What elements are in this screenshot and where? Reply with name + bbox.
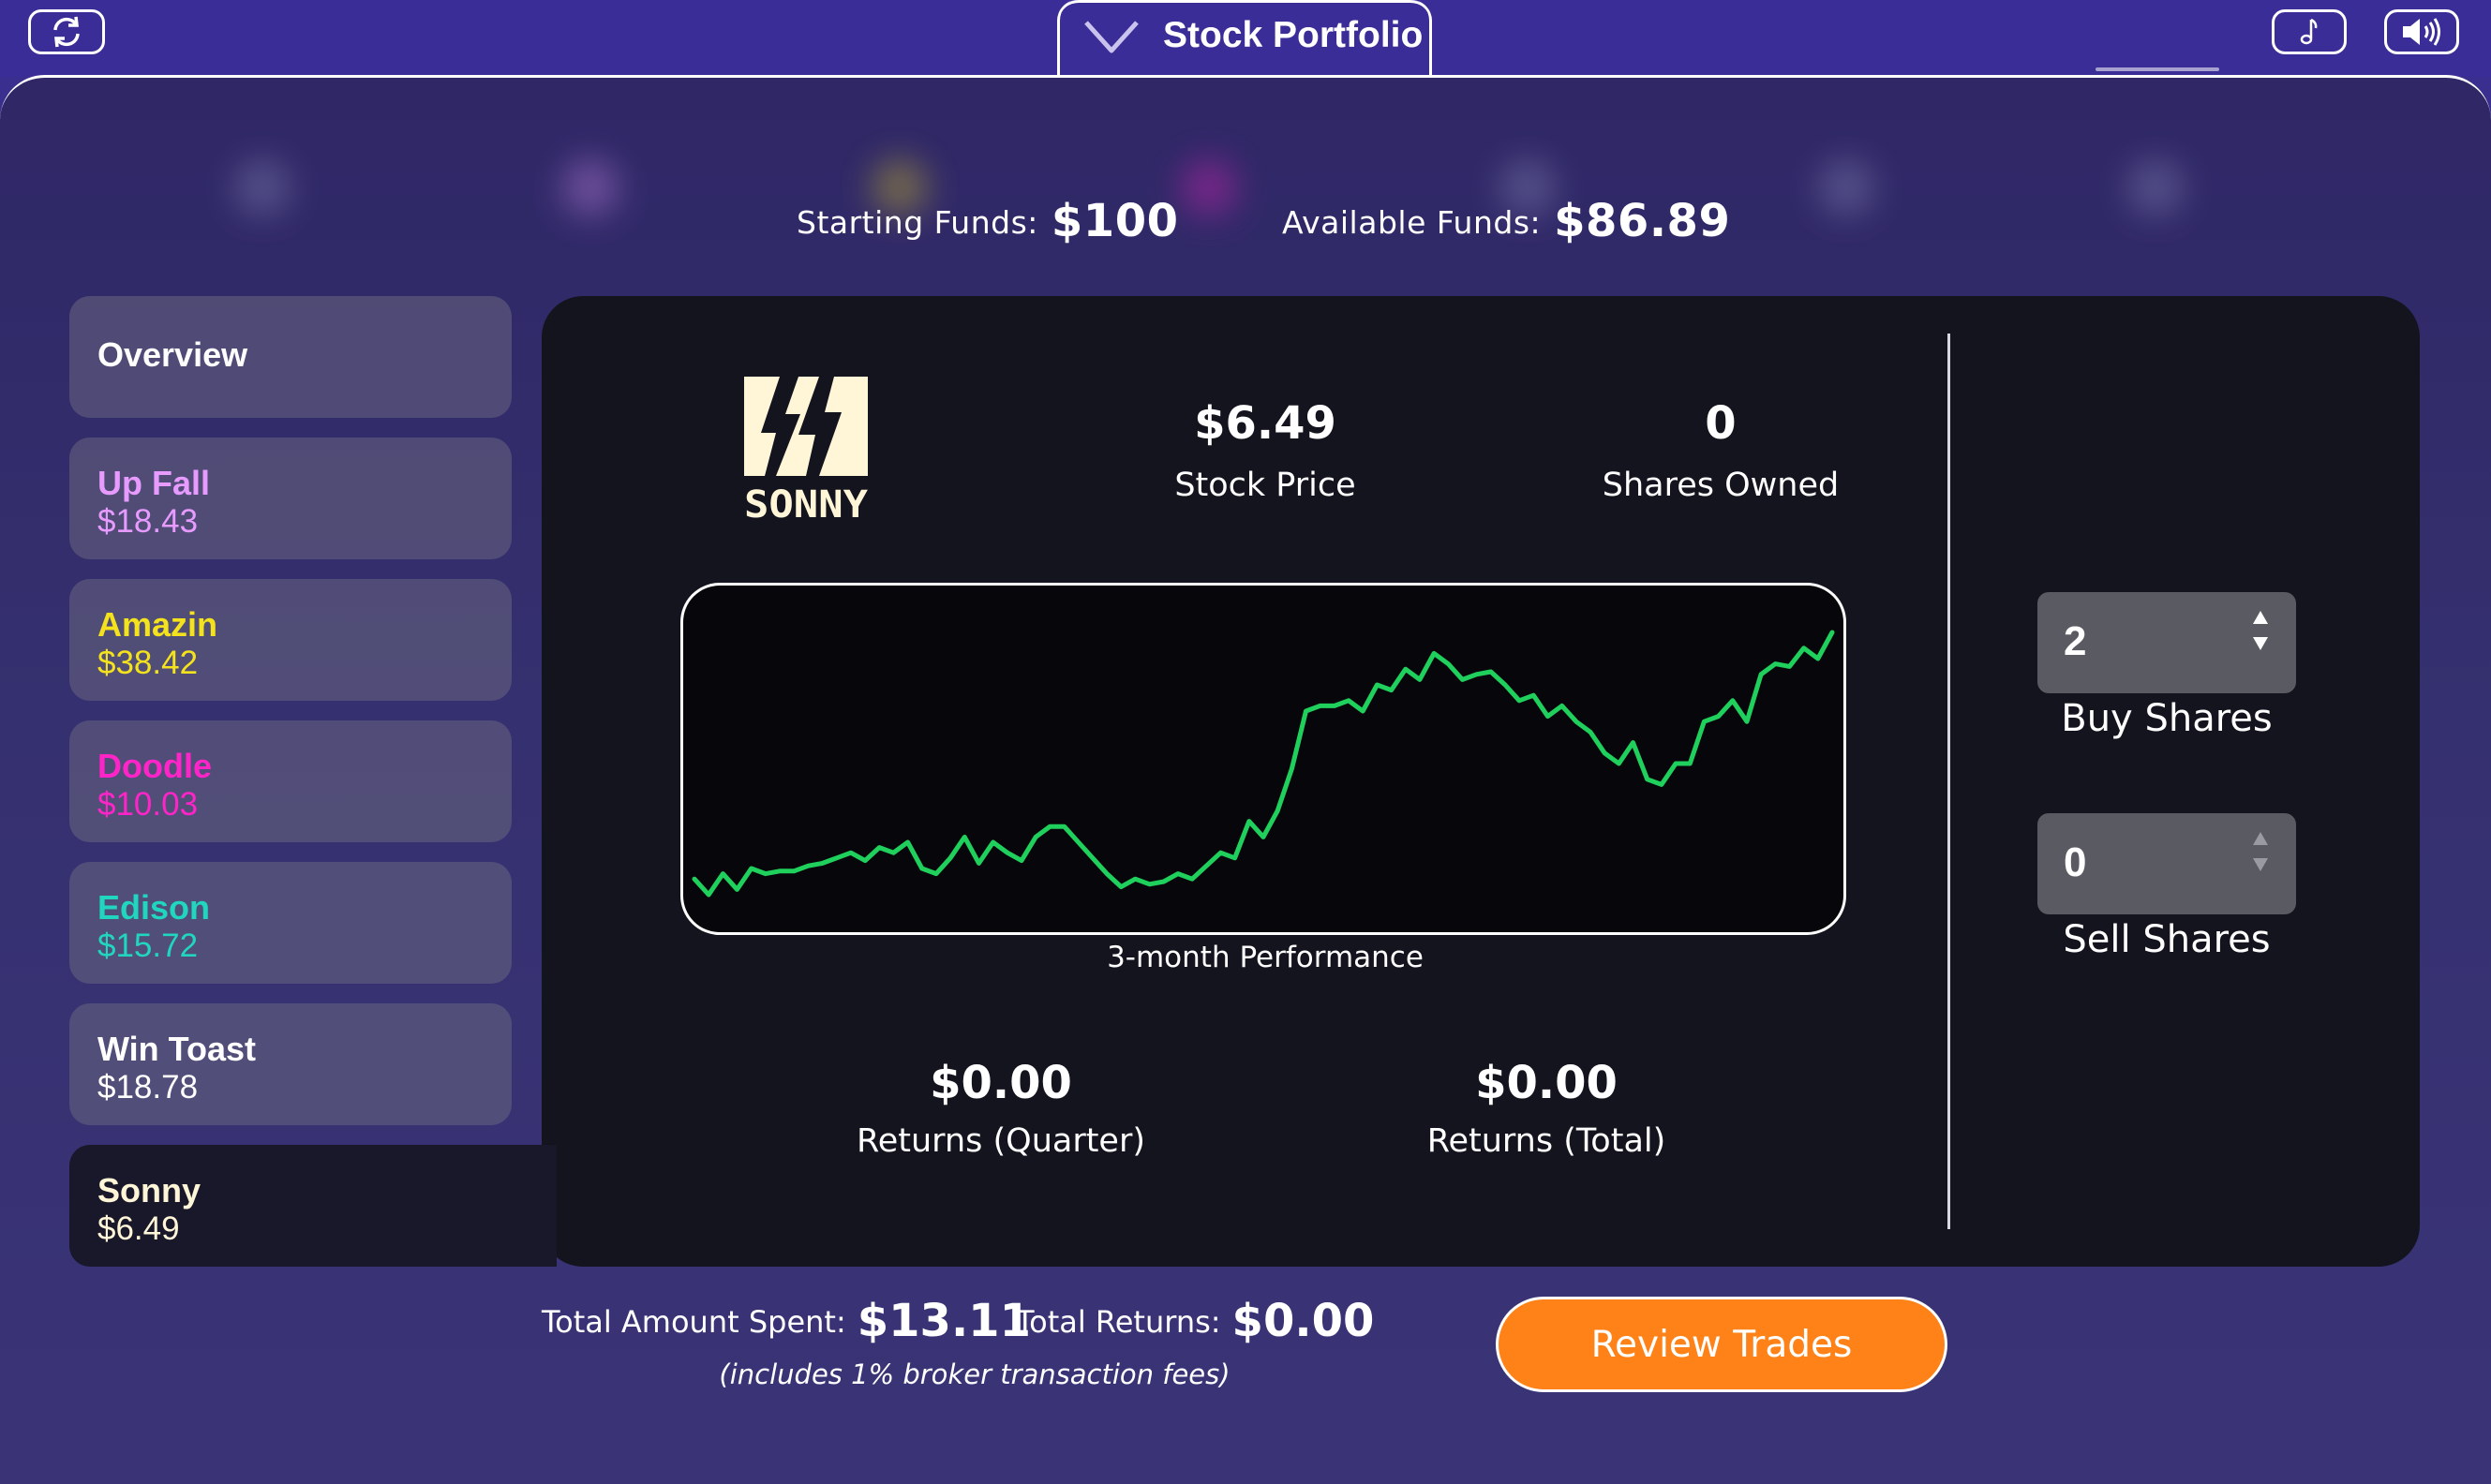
total-returns-value: $0.00 xyxy=(1231,1295,1375,1347)
review-trades-button[interactable]: Review Trades xyxy=(1496,1297,1947,1392)
available-funds: Available Funds: $86.89 xyxy=(1282,195,1730,247)
background-blur xyxy=(206,141,2268,244)
buy-shares-input[interactable]: 2 xyxy=(2064,618,2086,665)
sonny-logo: SONNY xyxy=(744,377,872,527)
sidebar-item-name: Amazin xyxy=(97,605,218,644)
starting-funds-value: $100 xyxy=(1051,195,1179,247)
sidebar-item-name: Overview xyxy=(97,335,248,374)
price-line xyxy=(692,630,1835,898)
arrow-down-icon[interactable] xyxy=(2251,635,2270,652)
chevron-down-icon xyxy=(1084,21,1139,53)
sidebar-item-price: $38.42 xyxy=(97,645,199,681)
sell-shares-input[interactable]: 0 xyxy=(2064,839,2086,886)
total-spent: Total Amount Spent: $13.11 xyxy=(542,1295,1031,1347)
shares-owned-label: Shares Owned xyxy=(1602,467,1840,504)
sell-stepper-arrows xyxy=(2249,830,2272,873)
sidebar-item-name: Edison xyxy=(97,888,211,927)
performance-chart xyxy=(680,583,1846,935)
buy-stepper-arrows xyxy=(2249,609,2272,652)
refresh-button[interactable] xyxy=(28,9,105,54)
sidebar-item-name: Win Toast xyxy=(97,1030,256,1068)
shares-owned-value: 0 xyxy=(1705,397,1737,450)
arrow-up-icon[interactable] xyxy=(2251,609,2270,626)
sidebar-item-up-fall[interactable]: Up Fall $18.43 xyxy=(69,438,512,559)
scroll-indicator xyxy=(2096,67,2219,71)
sidebar-item-doodle[interactable]: Doodle $10.03 xyxy=(69,720,512,842)
performance-chart-svg xyxy=(692,630,1835,898)
total-spent-value: $13.11 xyxy=(857,1295,1031,1347)
stock-price-value: $6.49 xyxy=(1194,397,1336,450)
total-returns-label: Total Returns: xyxy=(1016,1304,1221,1340)
returns-total-label: Returns (Total) xyxy=(1426,1122,1666,1160)
sidebar-item-overview[interactable]: Overview xyxy=(69,296,512,418)
total-returns: Total Returns: $0.00 xyxy=(1016,1295,1374,1347)
sidebar-item-name: Sonny xyxy=(97,1171,201,1209)
returns-quarter-value: $0.00 xyxy=(930,1057,1072,1109)
sidebar-item-sonny[interactable]: Sonny $6.49 xyxy=(69,1145,557,1267)
buy-shares-stepper[interactable]: 2 xyxy=(2037,592,2296,693)
arrow-up-icon[interactable] xyxy=(2251,830,2270,847)
music-note-icon xyxy=(2300,18,2318,45)
sidebar-item-win-toast[interactable]: Win Toast $18.78 xyxy=(69,1003,512,1125)
sell-shares-stepper[interactable]: 0 xyxy=(2037,813,2296,914)
logo-text: SONNY xyxy=(744,483,868,523)
sidebar-item-edison[interactable]: Edison $15.72 xyxy=(69,862,512,984)
sidebar-item-price: $10.03 xyxy=(97,786,199,823)
fee-note: (includes 1% broker transaction fees) xyxy=(719,1358,1231,1390)
starting-funds-label: Starting Funds: xyxy=(797,204,1038,241)
speaker-icon xyxy=(2403,18,2440,46)
sidebar-item-price: $15.72 xyxy=(97,928,199,964)
sidebar-item-amazin[interactable]: Amazin $38.42 xyxy=(69,579,512,701)
sidebar-item-price: $6.49 xyxy=(97,1210,180,1247)
arrow-down-icon[interactable] xyxy=(2251,856,2270,873)
sidebar-item-name: Up Fall xyxy=(97,464,211,502)
chart-caption: 3-month Performance xyxy=(1107,941,1424,974)
sound-toggle-button[interactable] xyxy=(2384,9,2459,54)
title-tab[interactable]: Stock Portfolio xyxy=(1057,0,1432,77)
sell-shares-label: Sell Shares xyxy=(2063,918,2271,961)
returns-quarter-label: Returns (Quarter) xyxy=(856,1122,1146,1160)
sidebar-item-name: Doodle xyxy=(97,747,212,785)
sidebar-item-price: $18.78 xyxy=(97,1069,199,1106)
page-title: Stock Portfolio xyxy=(1163,15,1424,55)
total-spent-label: Total Amount Spent: xyxy=(542,1304,846,1340)
vertical-divider xyxy=(1947,334,1950,1229)
available-funds-value: $86.89 xyxy=(1554,195,1731,247)
available-funds-label: Available Funds: xyxy=(1282,204,1542,241)
top-bar: Stock Portfolio xyxy=(0,0,2491,77)
returns-total-value: $0.00 xyxy=(1475,1057,1618,1109)
refresh-icon xyxy=(53,16,80,48)
music-toggle-button[interactable] xyxy=(2272,9,2347,54)
stock-price-label: Stock Price xyxy=(1174,467,1356,504)
buy-shares-label: Buy Shares xyxy=(2061,697,2273,740)
starting-funds: Starting Funds: $100 xyxy=(797,195,1179,247)
sidebar-item-price: $18.43 xyxy=(97,503,199,540)
